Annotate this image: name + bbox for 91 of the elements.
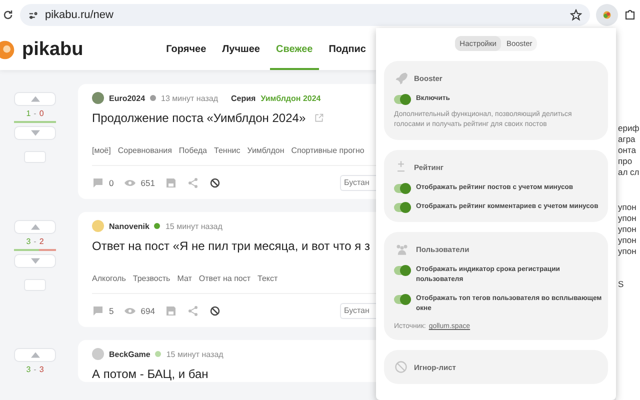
series-label: Серия — [231, 94, 256, 102]
reload-icon — [2, 9, 14, 21]
puzzle-icon — [624, 8, 636, 22]
post-title[interactable]: Ответ на пост «Я не пил три месяца, и вот что я з — [92, 238, 370, 254]
minuses-count: 0 — [39, 109, 44, 118]
toggle-switch[interactable] — [394, 203, 410, 212]
view-count: 651 — [140, 178, 155, 188]
booster-field[interactable]: Бустан — [340, 302, 376, 318]
nav-tab[interactable]: Горячее — [160, 30, 212, 70]
post-time: 15 минут назад — [166, 350, 224, 358]
toggle-switch[interactable] — [394, 95, 410, 104]
pluses-count: 3 — [26, 365, 31, 374]
downvote-button[interactable] — [14, 254, 56, 268]
save-icon — [164, 304, 177, 316]
nav-tab[interactable]: Лучшее — [216, 30, 266, 70]
toggle-switch[interactable] — [394, 184, 410, 193]
score-separator: - — [34, 237, 36, 246]
up-arrow-icon — [30, 224, 40, 230]
partial-text: ал сл — [618, 168, 640, 177]
tag-link[interactable]: Трезвость — [132, 274, 170, 283]
block-icon — [208, 176, 221, 188]
star-icon — [570, 9, 582, 21]
toggle-switch[interactable] — [394, 295, 410, 304]
score-separator: - — [34, 365, 36, 374]
tag-link[interactable]: Алкоголь — [92, 274, 126, 283]
downvote-button[interactable] — [14, 126, 56, 140]
up-arrow-icon — [30, 96, 40, 102]
nav-tab[interactable]: Подпис — [322, 30, 372, 70]
share-icon — [186, 176, 199, 188]
partial-text: упон — [618, 214, 638, 223]
partial-text: упон — [618, 247, 638, 256]
author-name[interactable]: Euro2024 — [109, 94, 146, 102]
comment-icon — [92, 304, 104, 316]
comment-count: 0 — [109, 178, 114, 188]
add-button[interactable] — [24, 151, 46, 163]
toggle-switch[interactable] — [394, 266, 410, 275]
score-separator: - — [34, 109, 36, 118]
avatar — [92, 92, 104, 104]
address-bar[interactable]: pikabu.ru/new — [20, 4, 590, 26]
tag-link[interactable]: Уимблдон — [247, 146, 284, 155]
share-icon — [186, 304, 199, 316]
post-title[interactable]: А потом - БАЦ, и бан — [92, 366, 208, 382]
minuses-count: 3 — [39, 365, 44, 374]
down-arrow-icon — [30, 130, 40, 136]
extension-button[interactable] — [596, 4, 618, 26]
upvote-button[interactable] — [14, 92, 56, 106]
partial-text: упон — [618, 203, 638, 212]
comment-icon — [92, 176, 104, 188]
partial-text: агра — [618, 135, 636, 144]
partial-text: S — [618, 280, 625, 289]
pluses-count: 3 — [26, 237, 31, 246]
minuses-count: 2 — [39, 237, 44, 246]
avatar — [92, 348, 104, 360]
view-count: 694 — [140, 306, 155, 316]
users-icon — [394, 242, 410, 256]
tune-icon — [28, 10, 39, 20]
logo-text[interactable]: pikabu — [22, 39, 84, 61]
author-name[interactable]: Nanovenik — [109, 222, 150, 230]
post-title[interactable]: Продолжение поста «Уимблдон 2024» — [92, 110, 306, 126]
partial-text: онта — [618, 146, 637, 155]
extension-logo-icon — [602, 10, 612, 20]
tag-link[interactable]: Победа — [178, 146, 208, 155]
tag-link[interactable]: Ответ на пост — [198, 274, 251, 283]
post-time: 15 минут назад — [165, 222, 222, 230]
partial-text: упон — [618, 225, 638, 234]
block-icon — [394, 360, 408, 374]
tag-link[interactable]: [моё] — [92, 146, 111, 155]
down-arrow-icon — [30, 258, 40, 264]
tag-link[interactable]: Теннис — [214, 146, 240, 155]
tag-link[interactable]: Мат — [177, 274, 192, 283]
partial-text: про — [618, 157, 634, 166]
upvote-button[interactable] — [14, 220, 56, 234]
logo-icon — [0, 39, 16, 61]
rocket-icon — [394, 71, 408, 85]
tag-link[interactable]: Спортивные прогно — [291, 146, 364, 155]
tag-link[interactable]: Соревнования — [118, 146, 172, 155]
block-icon — [208, 304, 221, 316]
author-name[interactable]: BeckGame — [109, 350, 150, 358]
save-icon — [164, 176, 177, 188]
partial-text: ериф — [618, 124, 640, 133]
upvote-button[interactable] — [14, 348, 56, 362]
pluses-count: 1 — [26, 109, 31, 118]
post-time: 13 минут назад — [161, 94, 218, 102]
add-button[interactable] — [24, 279, 46, 291]
avatar — [92, 220, 104, 232]
up-arrow-icon — [30, 352, 40, 358]
partial-text: упон — [618, 236, 638, 245]
comment-count: 5 — [109, 306, 114, 316]
booster-field[interactable]: Бустан — [340, 174, 376, 190]
tag-link[interactable]: Текст — [258, 274, 278, 283]
url-text: pikabu.ru/new — [45, 9, 114, 21]
